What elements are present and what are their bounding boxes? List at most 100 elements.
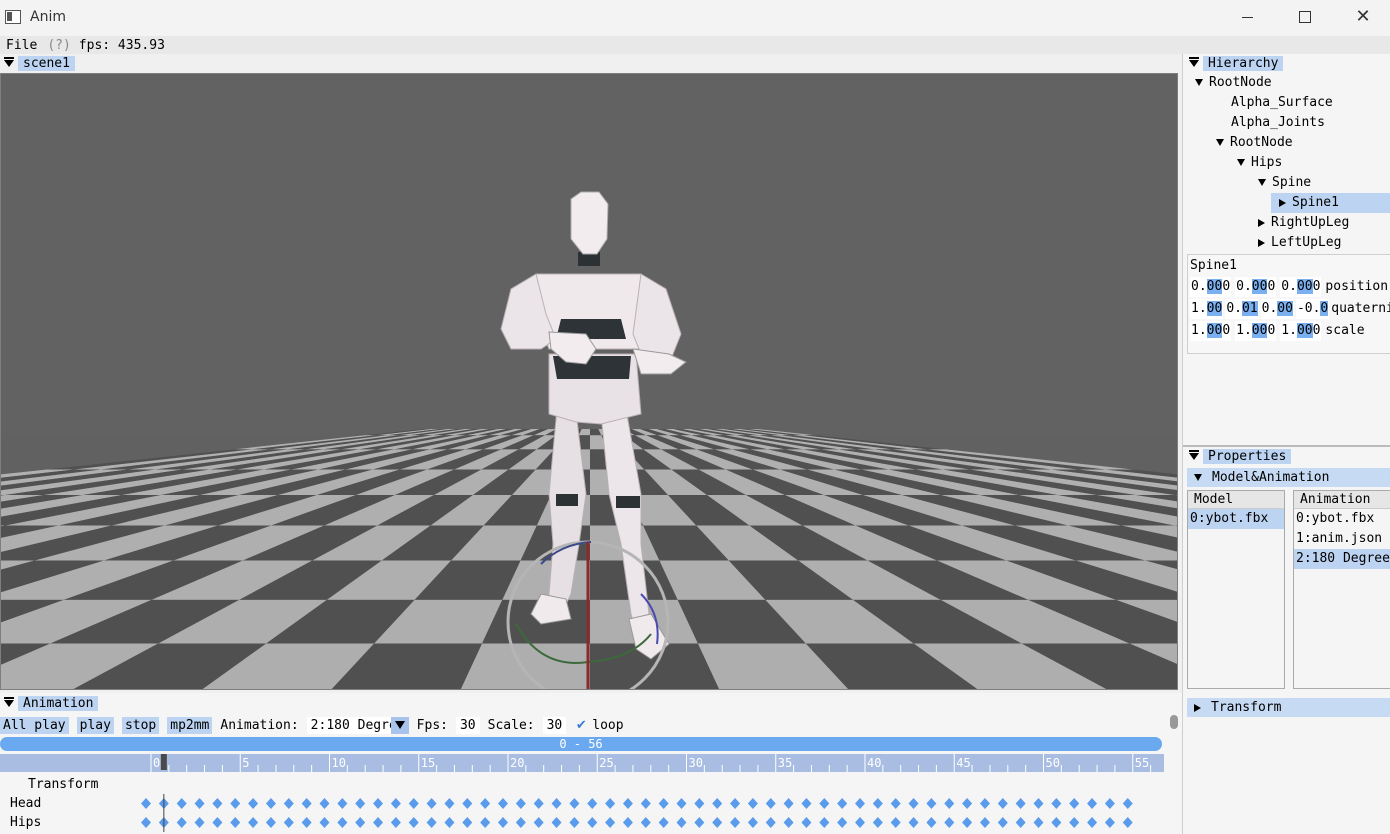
keyframe[interactable]: [730, 817, 741, 828]
tree-node[interactable]: Spine: [1258, 173, 1311, 193]
keyframe[interactable]: [248, 798, 259, 809]
keyframe[interactable]: [587, 817, 598, 828]
keyframe[interactable]: [676, 817, 687, 828]
keyframe[interactable]: [551, 817, 562, 828]
keyframe[interactable]: [1122, 817, 1133, 828]
maximize-button[interactable]: [1276, 0, 1334, 34]
tree-node[interactable]: Alpha_Surface: [1231, 93, 1333, 113]
viewport-canvas[interactable]: [1, 74, 1178, 690]
frame-range-slider[interactable]: 0 - 56: [0, 737, 1162, 751]
keyframe[interactable]: [426, 798, 437, 809]
keyframe[interactable]: [605, 817, 616, 828]
keyframe[interactable]: [962, 817, 973, 828]
quat-y-field[interactable]: 0.00: [1260, 299, 1294, 319]
animation-list-item[interactable]: 0:ybot.fbx: [1294, 509, 1390, 529]
keyframe[interactable]: [676, 798, 687, 809]
keyframe[interactable]: [337, 817, 348, 828]
collapse-icon[interactable]: [1189, 56, 1199, 67]
loop-checkbox[interactable]: ✔: [574, 718, 588, 733]
close-button[interactable]: ✕: [1334, 0, 1390, 34]
keyframe[interactable]: [355, 798, 366, 809]
animation-list-item[interactable]: 2:180 Degree: [1294, 549, 1390, 569]
keyframe[interactable]: [319, 817, 330, 828]
keyframe[interactable]: [979, 798, 990, 809]
keyframe[interactable]: [248, 817, 259, 828]
keyframe[interactable]: [498, 817, 508, 828]
keyframe[interactable]: [908, 798, 919, 809]
keyframe[interactable]: [801, 798, 812, 809]
keyframe[interactable]: [944, 798, 955, 809]
menu-file[interactable]: File: [0, 38, 43, 53]
scale-z-field[interactable]: 1.000: [1280, 321, 1322, 341]
keyframe[interactable]: [640, 798, 651, 809]
expand-icon[interactable]: [1279, 198, 1286, 207]
keyframe[interactable]: [141, 798, 151, 809]
stop-button[interactable]: stop: [121, 716, 160, 734]
dropdown-button[interactable]: [390, 716, 409, 734]
tab-properties[interactable]: Properties: [1203, 448, 1292, 464]
keyframe[interactable]: [444, 817, 455, 828]
expand-icon[interactable]: [1237, 159, 1245, 166]
expand-icon[interactable]: [1195, 79, 1203, 86]
scale-input[interactable]: 30: [542, 716, 567, 734]
scene-viewport[interactable]: [0, 73, 1178, 690]
scale-x-field[interactable]: 1.000: [1190, 321, 1232, 341]
keyframe[interactable]: [230, 798, 241, 809]
keyframe[interactable]: [1051, 798, 1062, 809]
scale-y-field[interactable]: 1.000: [1235, 321, 1277, 341]
keyframe[interactable]: [1015, 798, 1026, 809]
keyframe[interactable]: [426, 817, 437, 828]
keyframe[interactable]: [515, 817, 526, 828]
keyframe[interactable]: [962, 798, 973, 809]
keyframe[interactable]: [783, 817, 794, 828]
collapse-icon[interactable]: [4, 696, 14, 707]
tree-node[interactable]: RootNode: [1195, 73, 1272, 93]
keyframe[interactable]: [408, 798, 419, 809]
animation-select[interactable]: 2:180 Degree: [306, 716, 409, 734]
keyframe[interactable]: [1033, 798, 1044, 809]
keyframe[interactable]: [997, 817, 1008, 828]
keyframe[interactable]: [1033, 817, 1044, 828]
tab-scene[interactable]: scene1: [18, 55, 75, 71]
keyframe[interactable]: [533, 817, 544, 828]
play-button[interactable]: play: [76, 716, 114, 734]
keyframe[interactable]: [694, 817, 705, 828]
keyframe[interactable]: [819, 817, 830, 828]
keyframe[interactable]: [926, 798, 937, 809]
keyframe[interactable]: [979, 817, 990, 828]
keyframe[interactable]: [1122, 798, 1133, 809]
keyframe[interactable]: [997, 798, 1008, 809]
keyframe[interactable]: [658, 817, 669, 828]
keyframe[interactable]: [194, 798, 205, 809]
keyframe[interactable]: [855, 798, 865, 809]
keyframe-row-head[interactable]: [0, 794, 1164, 813]
keyframe[interactable]: [337, 798, 348, 809]
tab-animation[interactable]: Animation: [18, 695, 99, 711]
keyframe-row-hips[interactable]: [0, 813, 1164, 832]
keyframe[interactable]: [944, 817, 955, 828]
keyframe[interactable]: [212, 817, 223, 828]
keyframe[interactable]: [605, 798, 616, 809]
keyframe[interactable]: [390, 817, 401, 828]
tab-hierarchy[interactable]: Hierarchy: [1203, 55, 1284, 71]
model-animation-section[interactable]: Model&Animation: [1187, 468, 1390, 487]
keyframe[interactable]: [283, 798, 294, 809]
keyframe[interactable]: [301, 798, 312, 809]
collapse-icon[interactable]: [1189, 449, 1199, 460]
tree-node[interactable]: RootNode: [1216, 133, 1293, 153]
keyframe[interactable]: [283, 817, 294, 828]
keyframe[interactable]: [694, 798, 705, 809]
mp2mm-button[interactable]: mp2mm: [167, 716, 213, 734]
keyframe[interactable]: [622, 798, 633, 809]
collapse-icon[interactable]: [4, 56, 14, 67]
keyframe[interactable]: [1069, 798, 1080, 809]
keyframe[interactable]: [212, 798, 223, 809]
all-play-button[interactable]: All play: [0, 716, 69, 734]
keyframe[interactable]: [855, 817, 865, 828]
expand-icon[interactable]: [1216, 139, 1224, 146]
keyframe[interactable]: [872, 817, 883, 828]
tree-node[interactable]: LeftUpLeg: [1258, 233, 1341, 253]
keyframe[interactable]: [837, 817, 848, 828]
keyframe[interactable]: [765, 817, 776, 828]
quat-w-field[interactable]: 1.00: [1190, 299, 1224, 319]
